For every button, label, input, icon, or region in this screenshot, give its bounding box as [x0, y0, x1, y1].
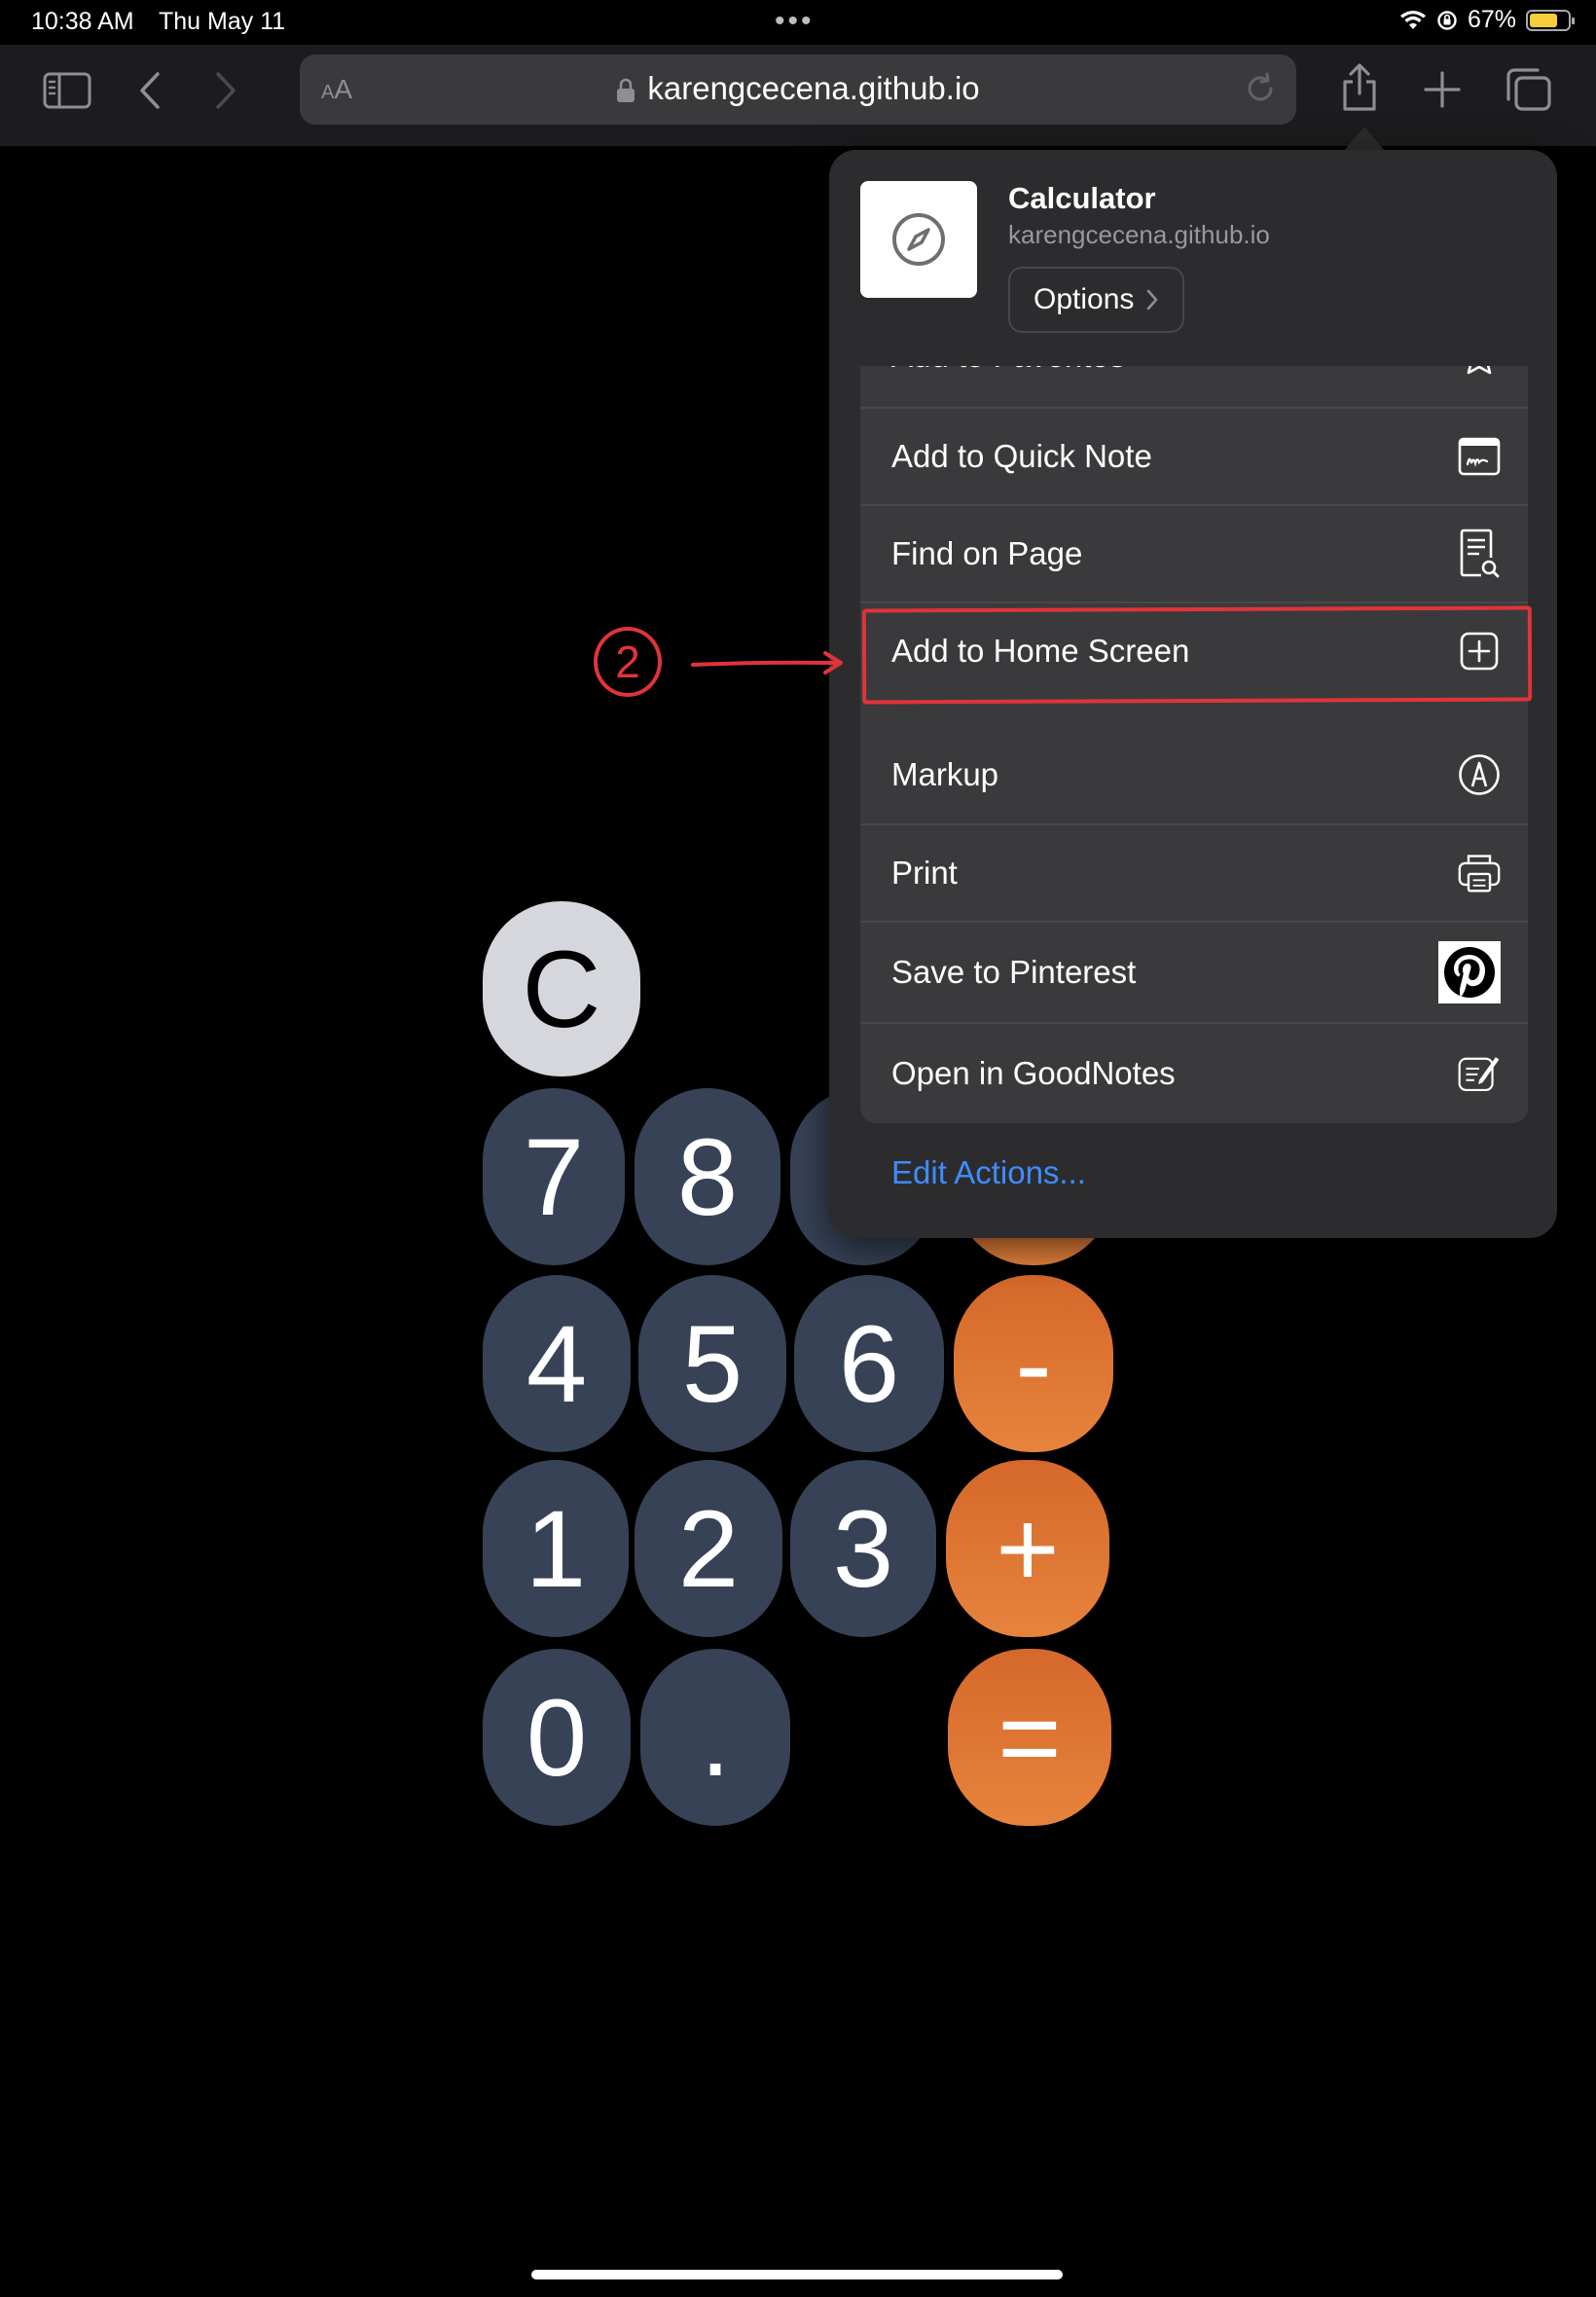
find-on-page-icon: [1458, 529, 1501, 578]
action-label: Open in GoodNotes: [891, 1055, 1176, 1091]
status-date: Thu May 11: [159, 8, 286, 35]
battery-icon: [1526, 9, 1575, 31]
quick-note-icon: [1458, 435, 1501, 478]
battery-percent: 67%: [1467, 6, 1516, 33]
markup-icon: [1458, 753, 1501, 796]
key-0[interactable]: 0: [483, 1649, 631, 1826]
annotation-arrow-icon: [691, 651, 843, 675]
reload-icon[interactable]: [1242, 70, 1279, 107]
key-6[interactable]: 6: [794, 1275, 944, 1452]
status-time: 10:38 AM: [31, 8, 134, 35]
clear-button[interactable]: C: [483, 901, 640, 1076]
chevron-right-icon: [1147, 289, 1158, 310]
back-chevron-icon[interactable]: [136, 70, 163, 111]
address-bar[interactable]: AA karengcecena.github.io: [300, 55, 1296, 125]
key-7[interactable]: 7: [483, 1088, 625, 1265]
equals-button[interactable]: =: [948, 1649, 1111, 1826]
forward-chevron-icon[interactable]: [212, 70, 239, 111]
compass-icon: [892, 213, 945, 266]
minus-button[interactable]: -: [954, 1275, 1113, 1452]
action-row-goodnotes[interactable]: Open in GoodNotes: [860, 1022, 1528, 1123]
annotation-highlight-box: [861, 605, 1533, 705]
key-5[interactable]: 5: [638, 1275, 786, 1452]
annotation-step-number: 2: [615, 637, 640, 687]
options-button[interactable]: Options: [1008, 267, 1185, 333]
sidebar-toggle-icon[interactable]: [43, 72, 91, 109]
printer-icon: [1458, 852, 1501, 894]
pinterest-icon: [1438, 941, 1501, 1003]
multitasking-dots[interactable]: •••: [775, 5, 815, 38]
goodnotes-icon: [1458, 1052, 1501, 1095]
url-host: karengcecena.github.io: [647, 70, 980, 106]
action-label: Save to Pinterest: [891, 954, 1137, 990]
orientation-lock-icon: [1437, 10, 1457, 30]
home-indicator[interactable]: [531, 2270, 1063, 2279]
popover-arrow: [1343, 127, 1386, 152]
key-3[interactable]: 3: [790, 1460, 936, 1637]
plus-button[interactable]: +: [946, 1460, 1109, 1637]
share-subtitle: karengcecena.github.io: [1008, 220, 1270, 249]
share-title: Calculator: [1008, 181, 1156, 215]
action-row-pinterest[interactable]: Save to Pinterest: [860, 921, 1528, 1022]
url-display[interactable]: karengcecena.github.io: [300, 70, 1296, 107]
new-tab-plus-icon[interactable]: [1423, 70, 1462, 109]
action-label: Print: [891, 855, 958, 891]
action-label: Find on Page: [891, 535, 1083, 571]
action-row-find-on-page[interactable]: Find on Page: [860, 504, 1528, 602]
key-2[interactable]: 2: [635, 1460, 782, 1637]
action-label: Markup: [891, 756, 999, 792]
actions-group-2: Markup Print Save to Pinterest Open in G…: [860, 726, 1528, 1123]
key-8[interactable]: 8: [635, 1088, 780, 1265]
action-row-print[interactable]: Print: [860, 823, 1528, 921]
action-row-quick-note[interactable]: Add to Quick Note: [860, 407, 1528, 504]
status-right-group: 67%: [1399, 6, 1575, 34]
action-row-markup[interactable]: Markup: [860, 726, 1528, 823]
wifi-icon: [1399, 10, 1426, 29]
status-bar: 10:38 AM Thu May 11 ••• 67%: [0, 0, 1596, 45]
edit-actions-link[interactable]: Edit Actions...: [891, 1154, 1086, 1191]
key-1[interactable]: 1: [483, 1460, 629, 1637]
annotation-step-circle: 2: [594, 627, 662, 697]
options-label: Options: [1034, 283, 1135, 315]
action-label: Add to Quick Note: [891, 438, 1152, 474]
lock-icon: [617, 79, 635, 103]
battery-fill: [1530, 13, 1557, 27]
share-icon[interactable]: [1339, 62, 1380, 113]
page-thumbnail: [860, 181, 977, 298]
decimal-button[interactable]: .: [640, 1649, 790, 1826]
key-4[interactable]: 4: [483, 1275, 631, 1452]
share-sheet-header: Calculator karengcecena.github.io Option…: [829, 150, 1557, 366]
tab-overview-icon[interactable]: [1505, 66, 1553, 113]
